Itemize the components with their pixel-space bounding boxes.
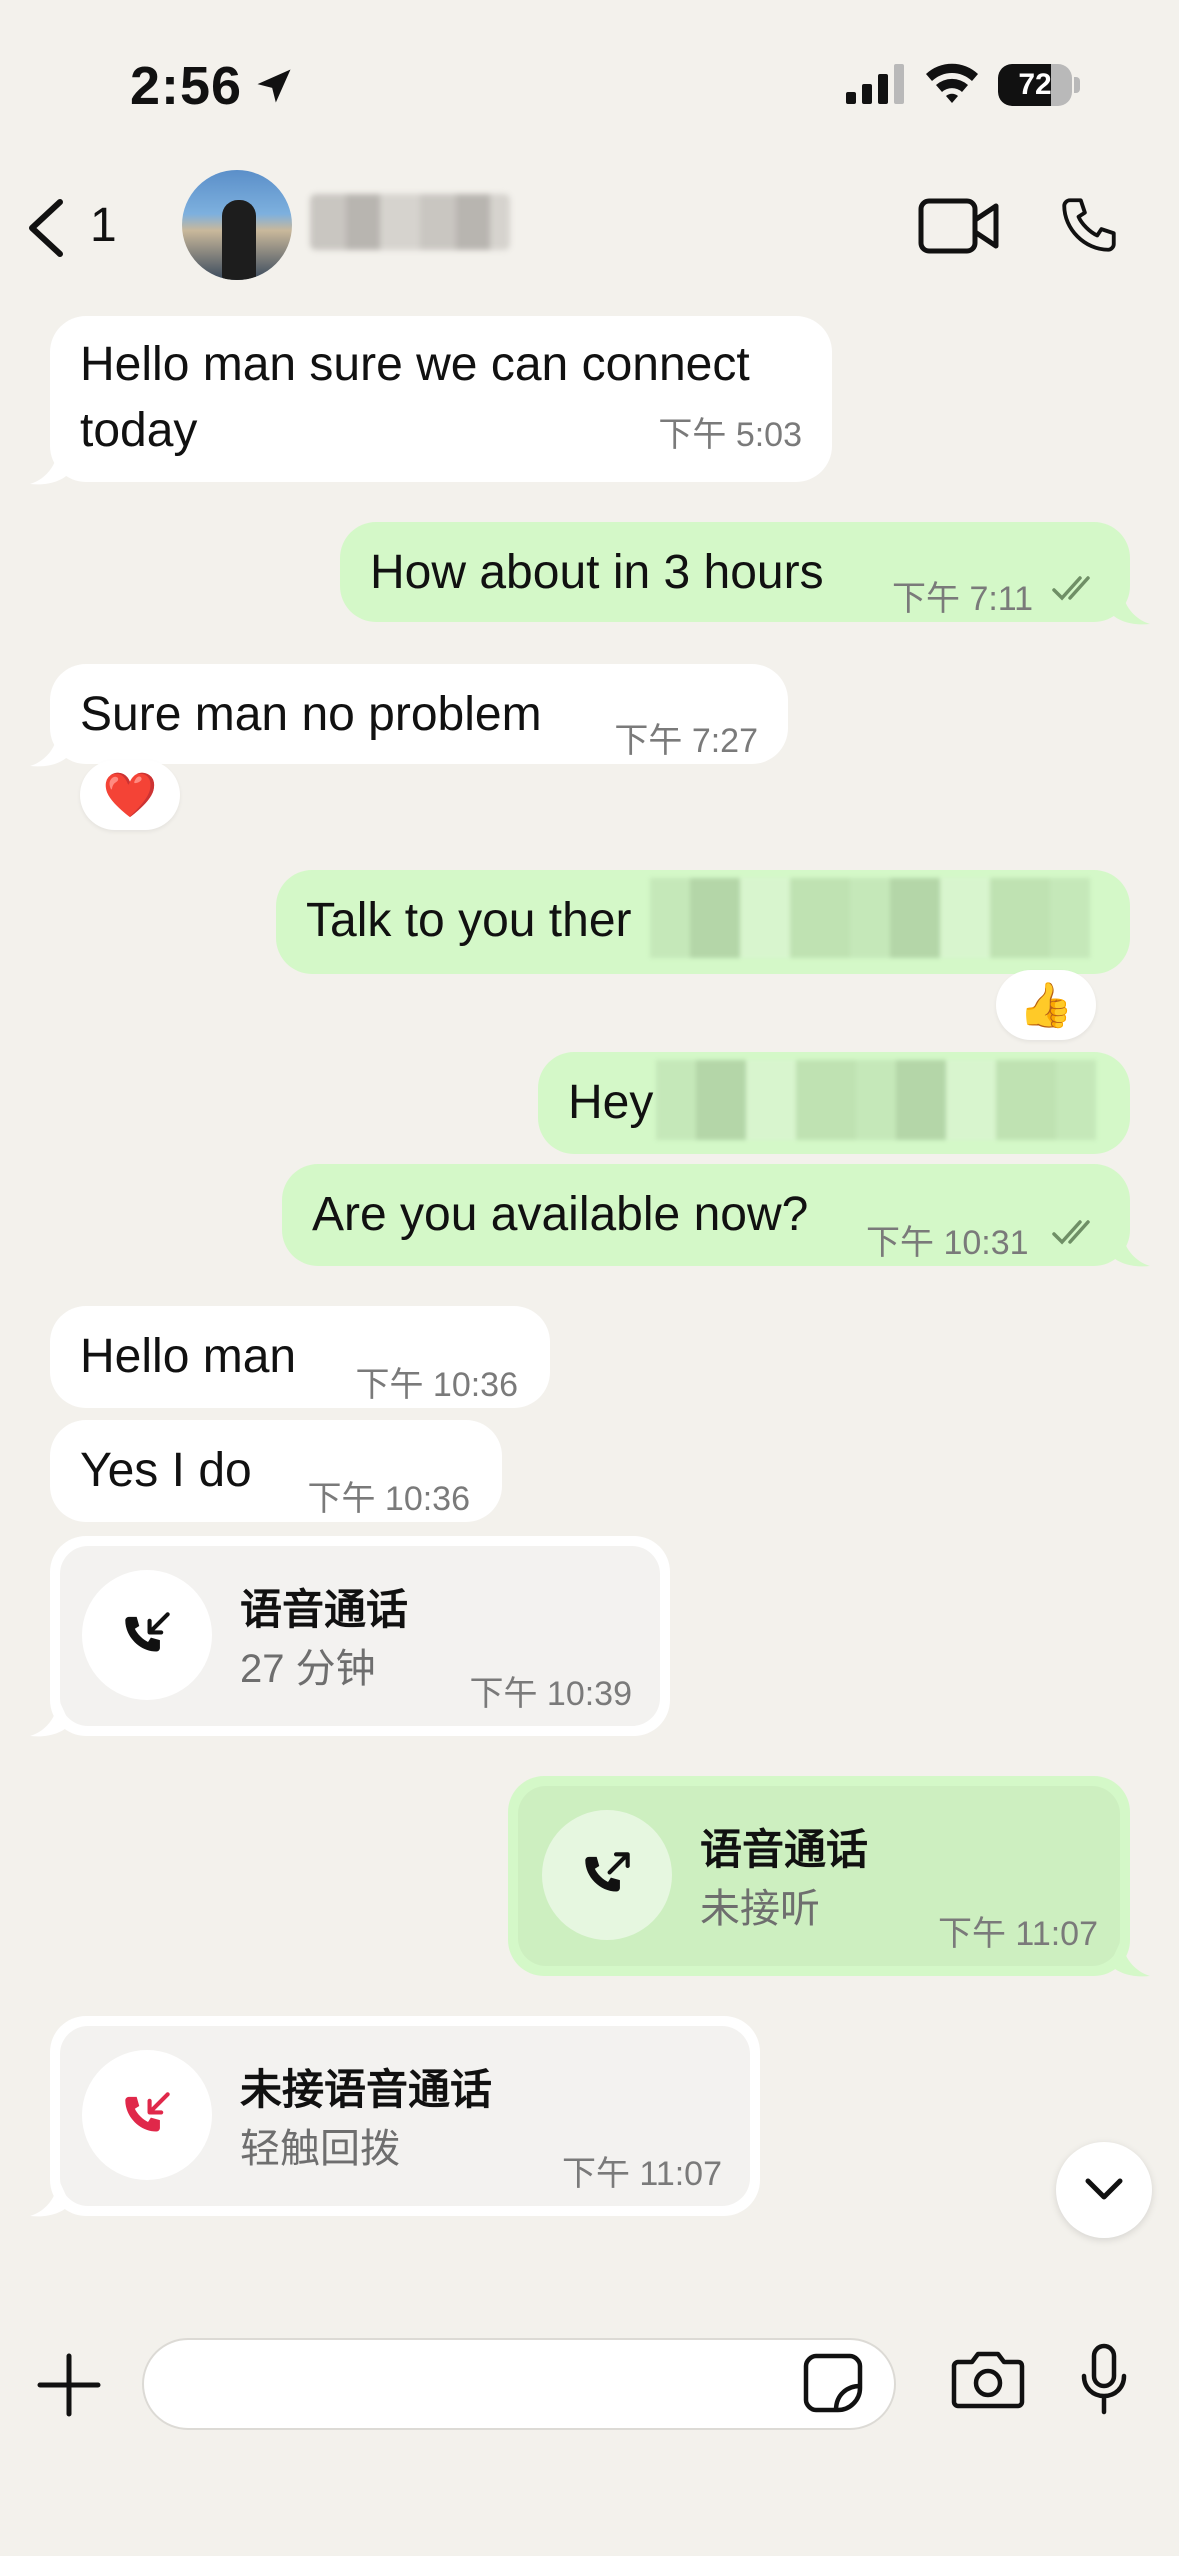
bubble-tail <box>1110 586 1150 625</box>
message-time: 下午 10:36 <box>307 1480 470 1518</box>
message-text: today <box>80 404 198 457</box>
redacted-text <box>656 1060 1096 1140</box>
reaction-thumbs-up[interactable]: 👍 <box>996 970 1096 1040</box>
unread-count[interactable]: 1 <box>90 198 117 253</box>
location-arrow-icon <box>257 69 291 103</box>
signal-icon <box>846 64 904 104</box>
chat-header: 1 <box>0 170 1179 300</box>
message-bubble-outgoing[interactable]: Are you available now? 下午 10:31 <box>282 1164 1130 1266</box>
message-time: 下午 7:11 <box>892 580 1034 618</box>
call-time: 下午 11:07 <box>561 2155 722 2193</box>
sticker-icon[interactable] <box>802 2352 864 2414</box>
outgoing-call-icon <box>585 1852 630 1892</box>
call-duration: 27 分钟 <box>240 1647 376 1691</box>
bubble-tail <box>30 446 70 485</box>
status-bar: 2:56 72 <box>0 0 1179 170</box>
call-status: 未接听 <box>700 1887 820 1931</box>
reaction-heart[interactable]: ❤️ <box>80 760 180 830</box>
contact-name-redacted[interactable] <box>310 194 510 250</box>
message-bubble-incoming[interactable]: Sure man no problem 下午 7:27 <box>50 664 788 764</box>
bubble-tail <box>30 1698 70 1737</box>
message-text: Talk to you ther <box>306 894 632 947</box>
plus-icon[interactable] <box>36 2352 102 2418</box>
camera-icon[interactable] <box>950 2348 1026 2410</box>
bubble-tail <box>30 2178 70 2217</box>
chevron-down-icon <box>1085 2178 1123 2200</box>
status-time: 2:56 <box>130 56 243 116</box>
redacted-text <box>650 878 1090 958</box>
message-text: Hello man sure we can connect <box>80 338 750 391</box>
bubble-tail <box>30 728 70 767</box>
incoming-call-icon <box>125 1612 170 1652</box>
call-time: 下午 10:39 <box>469 1675 632 1713</box>
message-bubble-incoming[interactable]: Hello man sure we can connect today 下午 5… <box>50 316 832 482</box>
bubble-tail <box>1110 1938 1150 1977</box>
voice-call-card-outgoing[interactable]: 语音通话 未接听 下午 11:07 <box>508 1776 1130 1976</box>
message-text: Hello man <box>80 1330 297 1383</box>
call-title: 语音通话 <box>700 1826 869 1873</box>
microphone-icon[interactable] <box>1078 2342 1130 2416</box>
message-bubble-incoming[interactable]: Yes I do 下午 10:36 <box>50 1420 502 1522</box>
message-text: Are you available now? <box>312 1188 809 1241</box>
missed-call-card[interactable]: 未接语音通话 轻触回拨 下午 11:07 <box>50 2016 760 2216</box>
video-camera-icon[interactable] <box>918 198 1000 254</box>
contact-avatar[interactable] <box>182 170 292 280</box>
message-text: How about in 3 hours <box>370 546 824 599</box>
battery-level: 72 <box>1018 68 1052 101</box>
call-title: 未接语音通话 <box>240 2066 493 2113</box>
missed-call-icon <box>125 2092 170 2132</box>
message-time: 下午 10:31 <box>866 1224 1029 1262</box>
message-time: 下午 7:27 <box>614 722 758 760</box>
message-bubble-outgoing[interactable]: How about in 3 hours 下午 7:11 <box>340 522 1130 622</box>
battery-indicator: 72 <box>998 64 1080 106</box>
voice-call-card-incoming[interactable]: 语音通话 27 分钟 下午 10:39 <box>50 1536 670 1736</box>
read-ticks-icon <box>1052 576 1090 601</box>
phone-icon[interactable] <box>1056 192 1122 258</box>
bubble-tail <box>1110 1228 1150 1267</box>
message-text: Yes I do <box>80 1444 252 1497</box>
read-ticks-icon <box>1052 1220 1090 1245</box>
wifi-icon <box>926 63 978 103</box>
message-text: Sure man no problem <box>80 688 542 741</box>
call-time: 下午 11:07 <box>937 1915 1098 1953</box>
call-title: 语音通话 <box>240 1586 409 1633</box>
message-input[interactable] <box>174 2340 794 2428</box>
message-time: 下午 10:36 <box>355 1366 518 1404</box>
message-bubble-incoming[interactable]: Hello man 下午 10:36 <box>50 1306 550 1408</box>
message-time: 下午 5:03 <box>658 416 802 454</box>
scroll-to-bottom-button[interactable] <box>1056 2142 1152 2238</box>
back-chevron-icon[interactable] <box>22 198 68 258</box>
message-text: Hey <box>568 1076 654 1129</box>
call-action: 轻触回拨 <box>240 2127 400 2171</box>
message-input-field[interactable] <box>142 2338 896 2430</box>
